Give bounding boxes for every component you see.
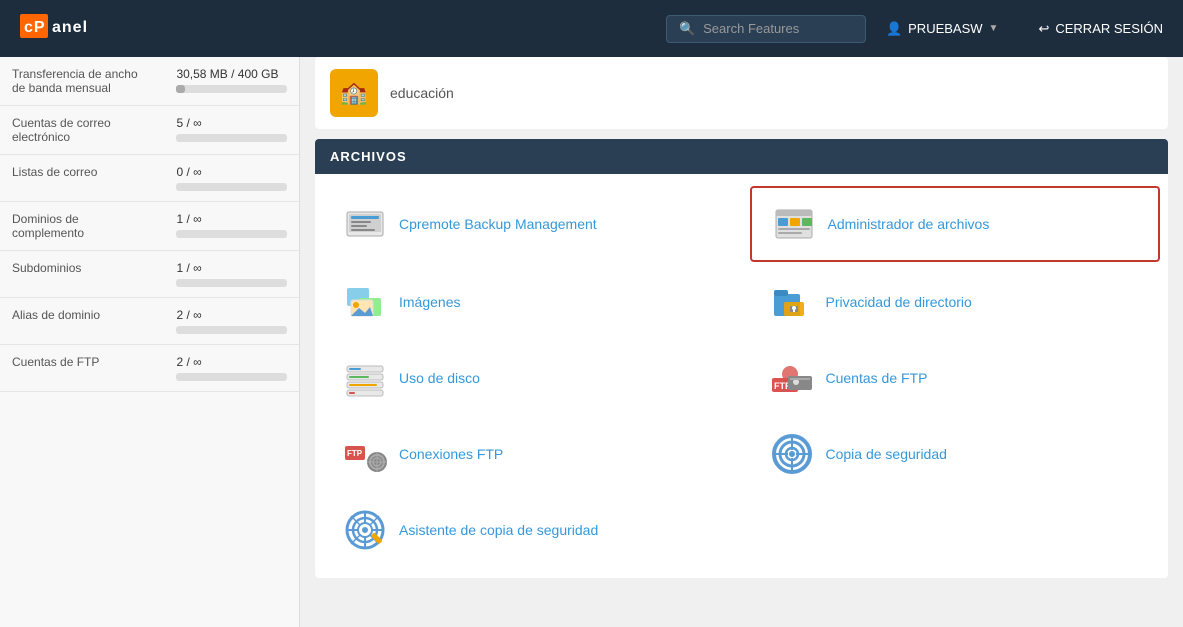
logout-label: CERRAR SESIÓN <box>1055 21 1163 36</box>
feature-icon-images <box>343 280 387 324</box>
feature-item-dir-privacy[interactable]: Privacidad de directorio <box>750 266 1161 338</box>
feature-icon-ftp-connections: FTP <box>343 432 387 476</box>
user-icon: 👤 <box>886 21 902 37</box>
sidebar-row-value: 30,58 MB / 400 GB <box>164 57 299 106</box>
sidebar-row-label: Cuentas de FTP <box>0 345 164 392</box>
sidebar-stats-table: Transferencia de ancho de banda mensual … <box>0 57 299 392</box>
top-card: 🏫 educación <box>315 57 1168 129</box>
feature-label-dir-privacy: Privacidad de directorio <box>826 293 972 311</box>
sidebar-row-value: 2 / ∞ <box>164 298 299 345</box>
feature-label-cpremote: Cpremote Backup Management <box>399 215 597 233</box>
feature-item-file-manager[interactable]: Administrador de archivos <box>750 186 1161 262</box>
sidebar-row-value: 5 / ∞ <box>164 106 299 155</box>
content-area: 🏫 educación ARCHIVOS Cpremote Backup Man… <box>300 57 1183 627</box>
progress-bar-container <box>176 85 287 93</box>
progress-bar-container <box>176 134 287 142</box>
progress-bar-container <box>176 279 287 287</box>
sidebar-row: Transferencia de ancho de banda mensual … <box>0 57 299 106</box>
archivos-grid: Cpremote Backup Management Administrador… <box>315 174 1168 578</box>
logo: cP anel <box>20 10 140 48</box>
feature-icon-cpremote <box>343 202 387 246</box>
sidebar-row-label: Dominios de complemento <box>0 202 164 251</box>
search-box[interactable]: 🔍 Search Features <box>666 15 866 43</box>
feature-label-ftp-accounts: Cuentas de FTP <box>826 369 928 387</box>
feature-icon-dir-privacy <box>770 280 814 324</box>
sidebar: Transferencia de ancho de banda mensual … <box>0 57 300 627</box>
feature-item-ftp-accounts[interactable]: FTP Cuentas de FTP <box>750 342 1161 414</box>
sidebar-row: Cuentas de correo electrónico 5 / ∞ <box>0 106 299 155</box>
top-card-label: educación <box>390 85 454 101</box>
sidebar-row-value: 2 / ∞ <box>164 345 299 392</box>
feature-item-cpremote[interactable]: Cpremote Backup Management <box>323 186 734 262</box>
chevron-down-icon: ▼ <box>989 23 999 34</box>
progress-bar-container <box>176 230 287 238</box>
progress-bar-container <box>176 183 287 191</box>
sidebar-row-label: Listas de correo <box>0 155 164 202</box>
sidebar-row-label: Cuentas de correo electrónico <box>0 106 164 155</box>
main-layout: Transferencia de ancho de banda mensual … <box>0 57 1183 627</box>
feature-item-ftp-connections[interactable]: FTP Conexiones FTP <box>323 418 734 490</box>
sidebar-row: Listas de correo 0 / ∞ <box>0 155 299 202</box>
sidebar-row-value: 0 / ∞ <box>164 155 299 202</box>
feature-label-file-manager: Administrador de archivos <box>828 215 990 233</box>
sidebar-row: Subdominios 1 / ∞ <box>0 251 299 298</box>
feature-item-backup-wizard[interactable]: Asistente de copia de seguridad <box>323 494 734 566</box>
feature-item-images[interactable]: Imágenes <box>323 266 734 338</box>
feature-label-images: Imágenes <box>399 293 460 311</box>
feature-icon-file-manager <box>772 202 816 246</box>
feature-label-disk-usage: Uso de disco <box>399 369 480 387</box>
logout-icon: ↩ <box>1038 21 1049 37</box>
header: cP anel 🔍 Search Features 👤 PRUEBASW ▼ ↩… <box>0 0 1183 57</box>
feature-item-disk-usage[interactable]: Uso de disco <box>323 342 734 414</box>
sidebar-row-value: 1 / ∞ <box>164 251 299 298</box>
svg-text:cP: cP <box>24 19 46 36</box>
top-card-icon: 🏫 <box>330 69 378 117</box>
progress-bar-container <box>176 326 287 334</box>
svg-text:anel: anel <box>52 19 88 36</box>
feature-icon-backup <box>770 432 814 476</box>
sidebar-row: Dominios de complemento 1 / ∞ <box>0 202 299 251</box>
logout-button[interactable]: ↩ CERRAR SESIÓN <box>1038 21 1163 37</box>
search-icon: 🔍 <box>679 21 695 37</box>
feature-icon-ftp-accounts: FTP <box>770 356 814 400</box>
user-menu[interactable]: 👤 PRUEBASW ▼ <box>886 21 999 37</box>
svg-text:FTP: FTP <box>347 449 363 458</box>
sidebar-row-label: Alias de dominio <box>0 298 164 345</box>
header-right: 🔍 Search Features 👤 PRUEBASW ▼ ↩ CERRAR … <box>666 15 1163 43</box>
feature-item-backup[interactable]: Copia de seguridad <box>750 418 1161 490</box>
archivos-header: ARCHIVOS <box>315 139 1168 174</box>
username: PRUEBASW <box>908 21 982 36</box>
sidebar-row-label: Subdominios <box>0 251 164 298</box>
feature-label-backup: Copia de seguridad <box>826 445 947 463</box>
search-placeholder: Search Features <box>703 21 799 36</box>
progress-bar <box>176 85 185 93</box>
feature-icon-disk-usage <box>343 356 387 400</box>
sidebar-row-label: Transferencia de ancho de banda mensual <box>0 57 164 106</box>
sidebar-row: Cuentas de FTP 2 / ∞ <box>0 345 299 392</box>
sidebar-row-value: 1 / ∞ <box>164 202 299 251</box>
archivos-section: ARCHIVOS Cpremote Backup Management Admi… <box>315 139 1168 578</box>
feature-label-ftp-connections: Conexiones FTP <box>399 445 503 463</box>
progress-bar-container <box>176 373 287 381</box>
feature-label-backup-wizard: Asistente de copia de seguridad <box>399 521 598 539</box>
feature-icon-backup-wizard <box>343 508 387 552</box>
sidebar-row: Alias de dominio 2 / ∞ <box>0 298 299 345</box>
